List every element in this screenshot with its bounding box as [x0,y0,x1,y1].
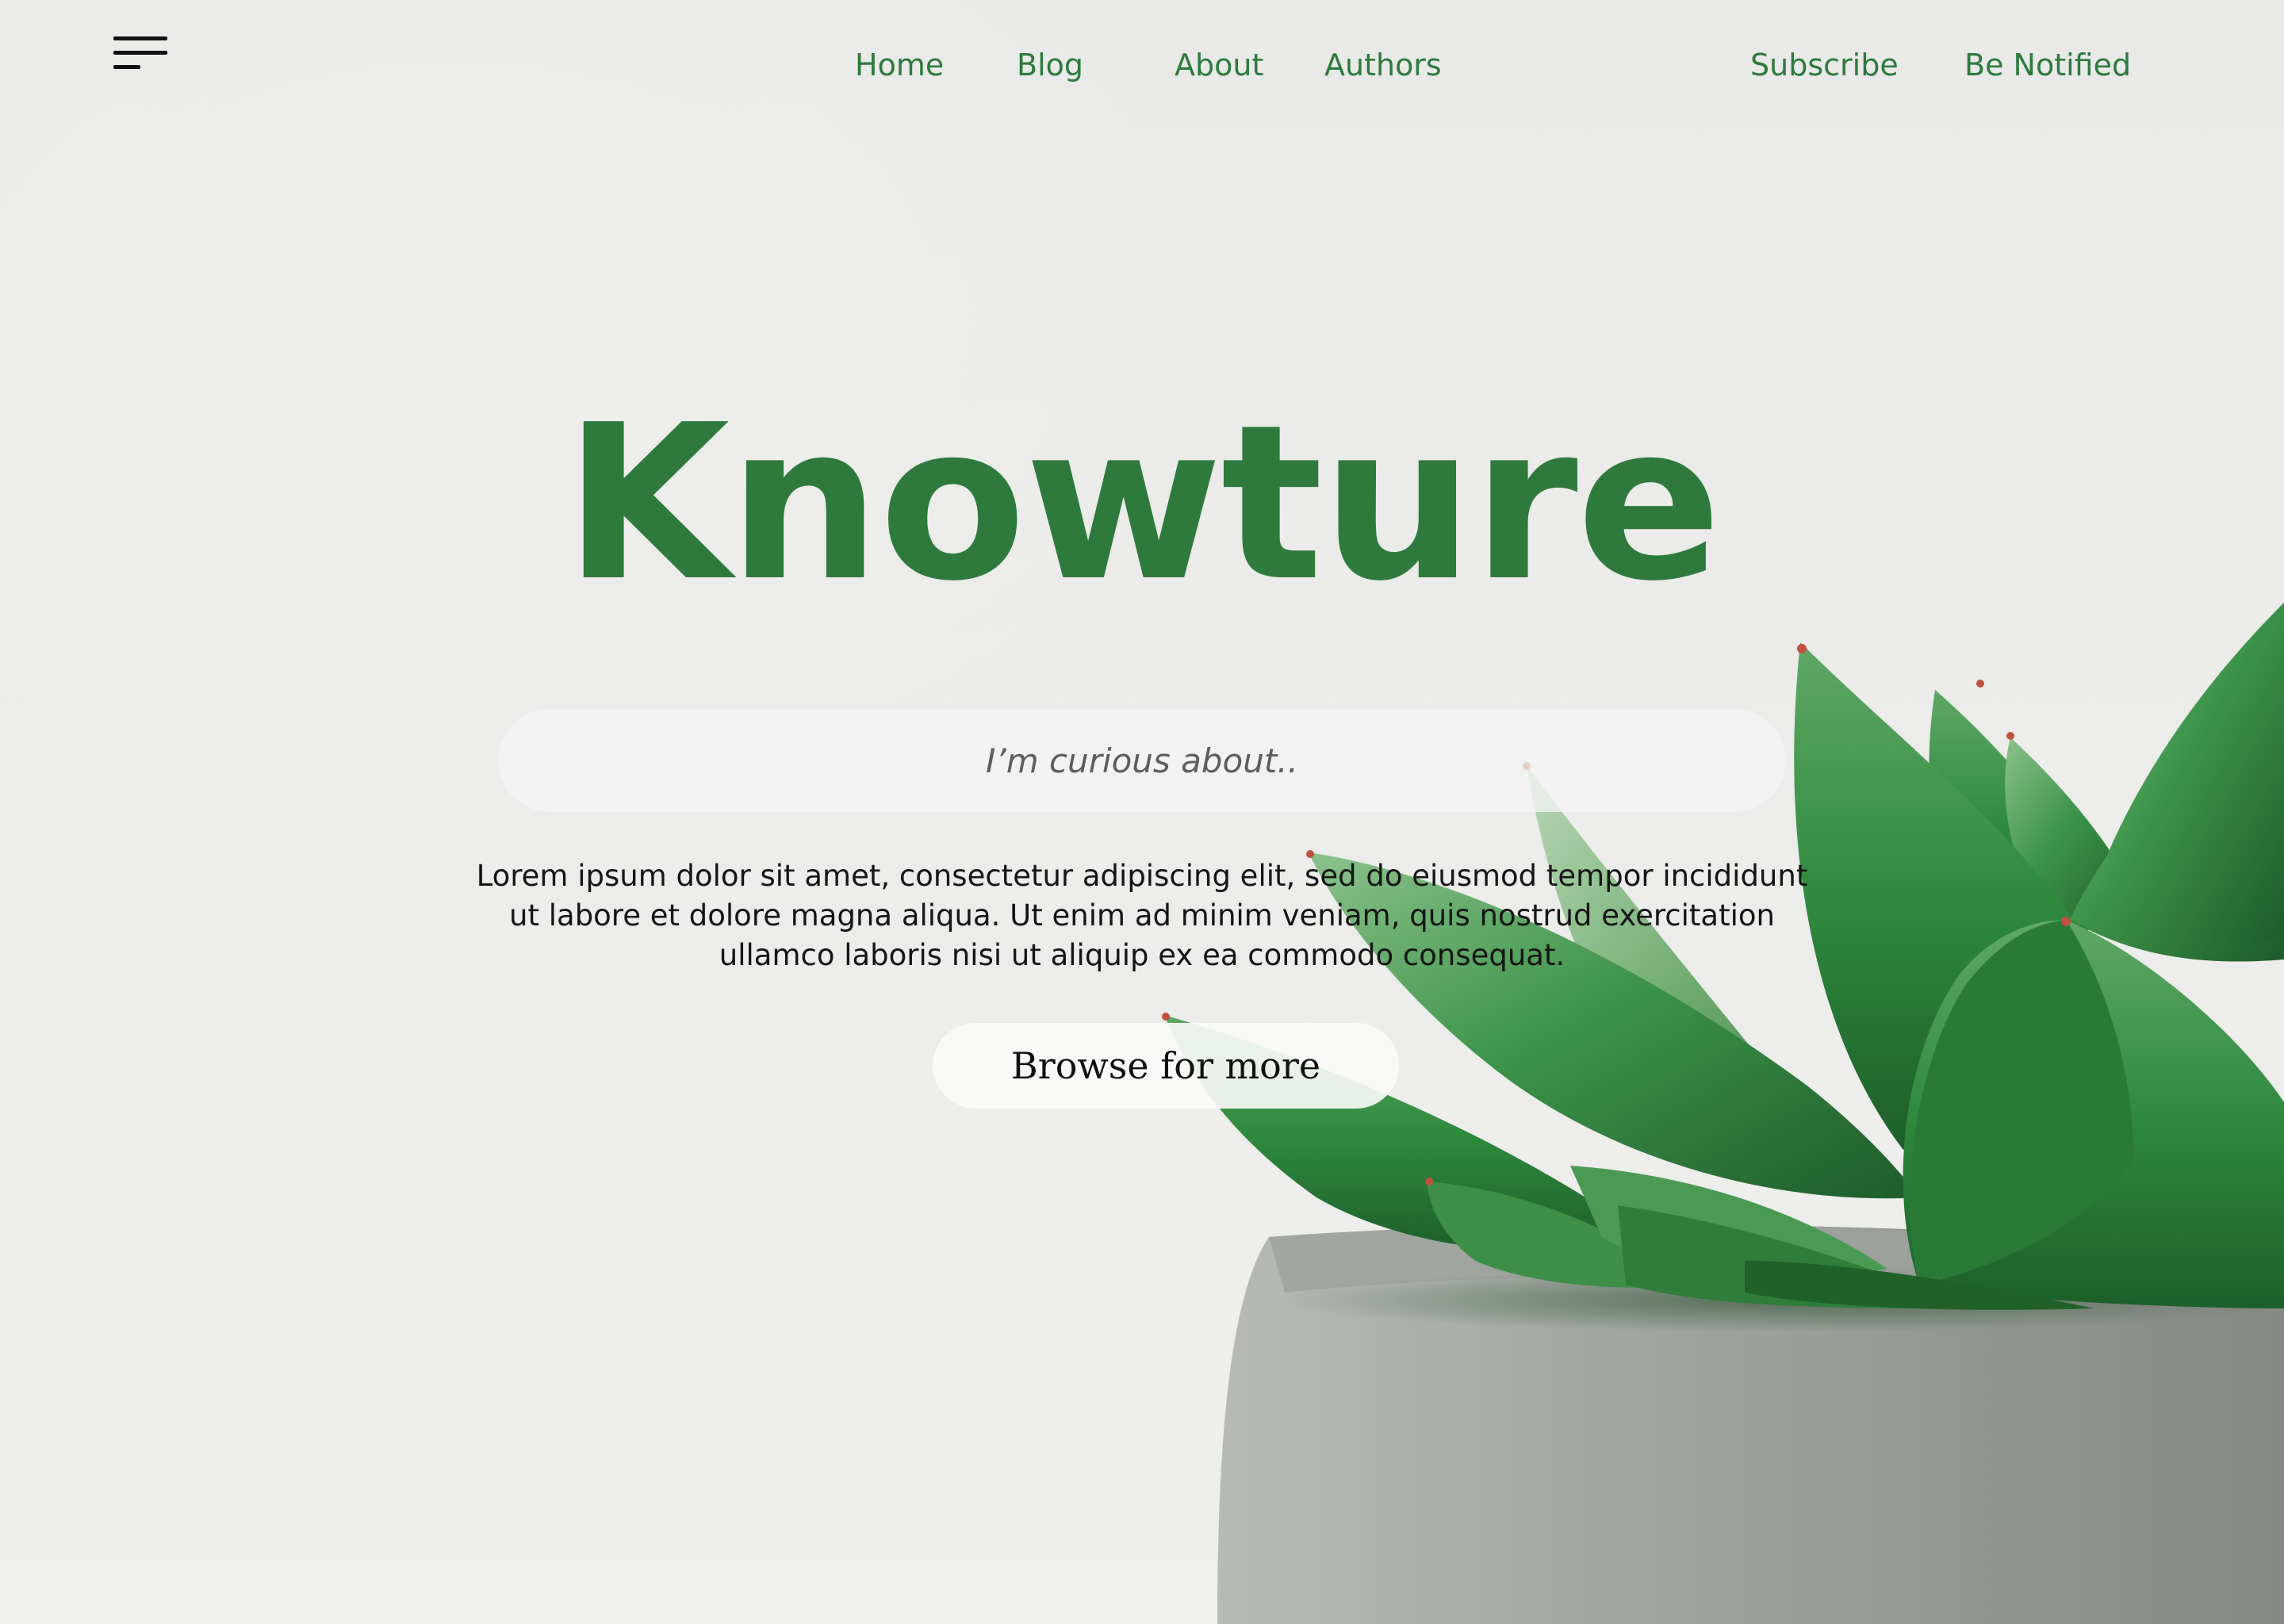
nav-authors-link[interactable]: Authors [1324,48,1442,82]
be-notified-link[interactable]: Be Notified [1964,48,2131,82]
nav-home-link[interactable]: Home [855,48,944,82]
menu-line-icon [113,51,167,55]
nav-blog-link[interactable]: Blog [1017,48,1083,82]
hamburger-menu-icon[interactable] [113,35,167,70]
intro-paragraph: Lorem ipsum dolor sit amet, consectetur … [476,859,1808,972]
subscribe-link[interactable]: Subscribe [1750,48,1899,82]
nav-about-link[interactable]: About [1175,48,1263,82]
succulent-plant-image [1162,603,2284,1624]
search-input[interactable] [498,709,1786,812]
menu-line-icon [113,36,167,40]
browse-more-button[interactable]: Browse for more [933,1023,1399,1109]
menu-line-icon [113,65,140,69]
site-title: Knowture [564,378,1722,628]
